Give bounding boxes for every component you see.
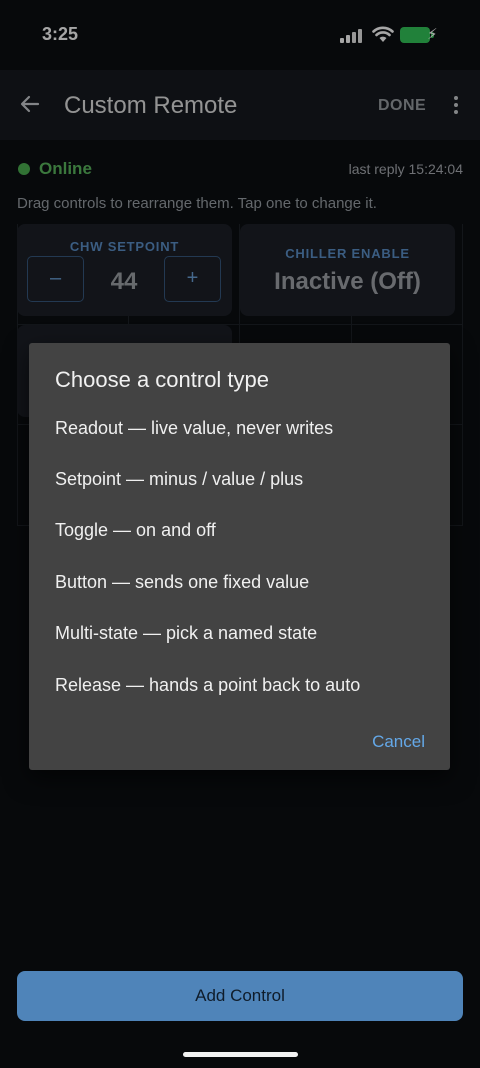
dialog-title: Choose a control type — [55, 367, 270, 392]
cancel-button[interactable]: Cancel — [372, 732, 425, 752]
option-readout[interactable]: Readout — live value, never writes — [55, 418, 333, 439]
option-setpoint[interactable]: Setpoint — minus / value / plus — [55, 469, 303, 490]
home-indicator — [183, 1052, 298, 1057]
add-control-button[interactable]: Add Control — [17, 971, 463, 1021]
option-toggle[interactable]: Toggle — on and off — [55, 520, 216, 541]
control-type-dialog: Choose a control type Readout — live val… — [29, 343, 450, 770]
option-button[interactable]: Button — sends one fixed value — [55, 572, 309, 593]
option-multi-state[interactable]: Multi-state — pick a named state — [55, 623, 317, 644]
option-release[interactable]: Release — hands a point back to auto — [55, 675, 360, 696]
